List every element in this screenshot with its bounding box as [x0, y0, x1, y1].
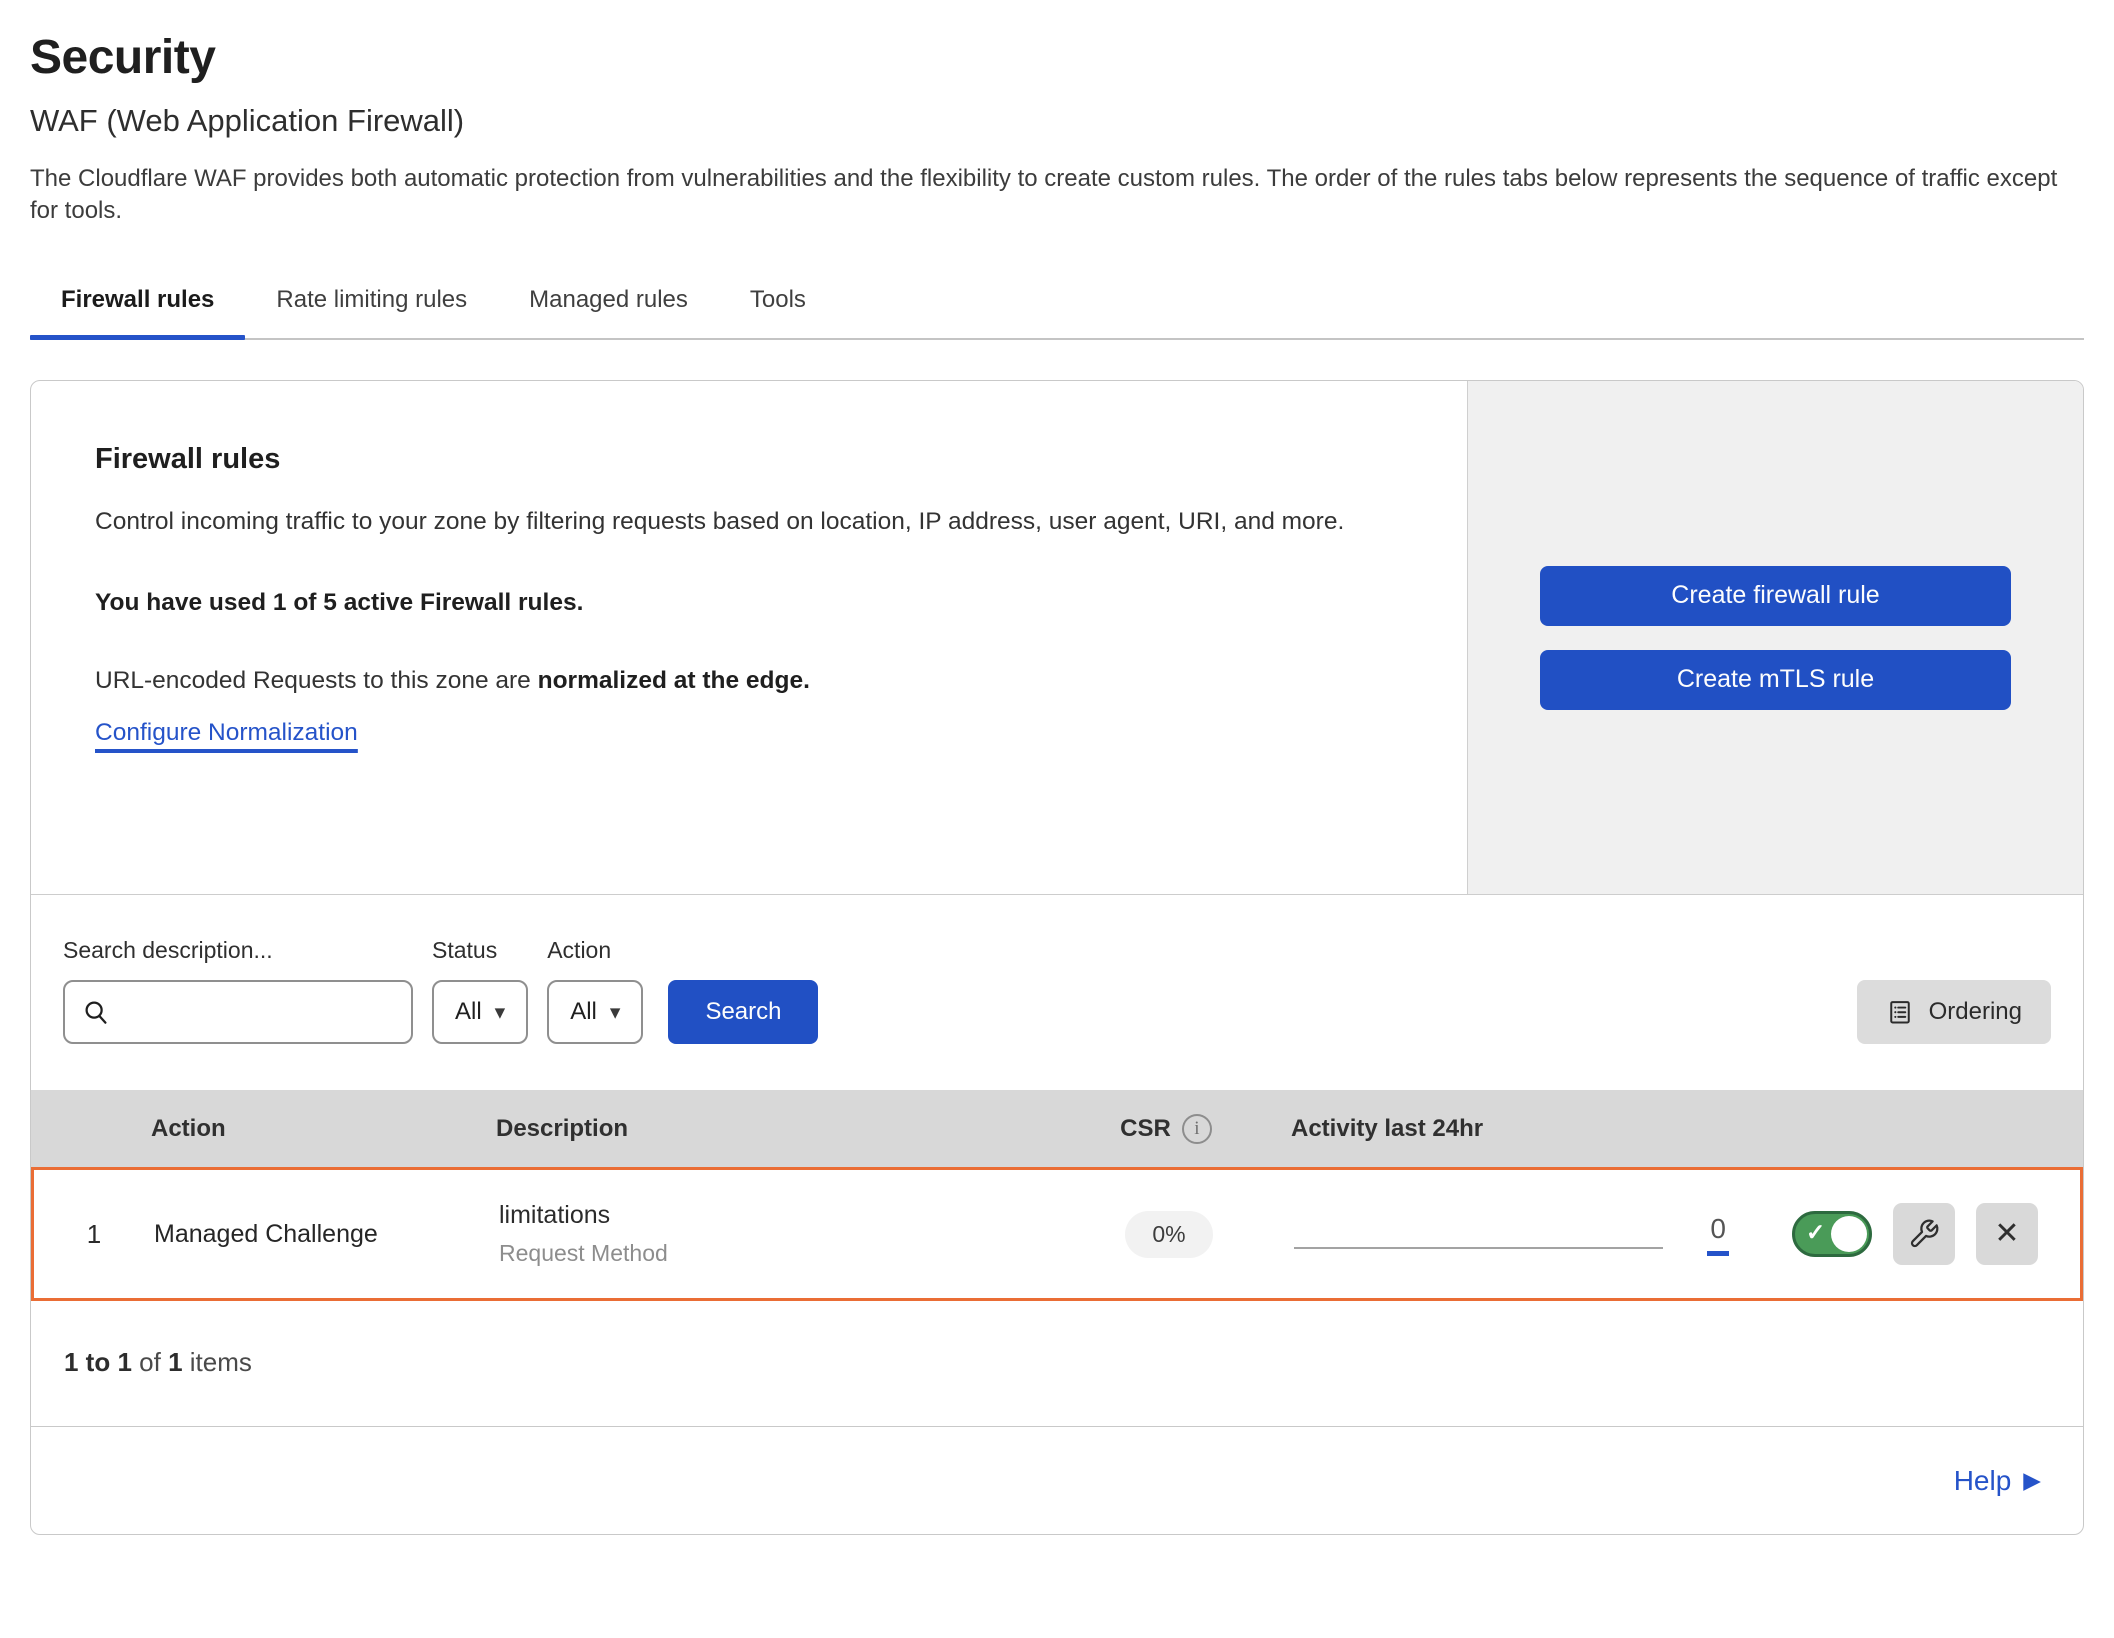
tab-rate-limiting-rules[interactable]: Rate limiting rules — [245, 272, 498, 338]
status-label: Status — [432, 937, 528, 964]
activity-count-link[interactable]: 0 — [1707, 1213, 1729, 1256]
rule-controls: ✓ ✕ — [1739, 1203, 2080, 1265]
firewall-rules-card: Firewall rules Control incoming traffic … — [30, 380, 2084, 1535]
usage-text: You have used 1 of 5 active Firewall rul… — [95, 589, 1403, 617]
ordering-button-label: Ordering — [1929, 998, 2022, 1026]
help-row: Help ▶ — [31, 1426, 2083, 1534]
actions-side-panel: Create firewall rule Create mTLS rule — [1467, 381, 2083, 894]
action-select[interactable]: All ▾ — [547, 980, 643, 1044]
firewall-rules-info: Firewall rules Control incoming traffic … — [31, 381, 1467, 894]
help-arrow-icon: ▶ — [2023, 1467, 2041, 1494]
search-description-label: Search description... — [63, 937, 413, 964]
search-box — [63, 980, 413, 1044]
rule-description: limitations — [499, 1201, 1044, 1230]
action-label: Action — [547, 937, 643, 964]
table-header: Action Description CSR i Activity last 2… — [31, 1090, 2083, 1167]
rule-enabled-toggle[interactable]: ✓ — [1792, 1211, 1872, 1257]
check-icon: ✓ — [1806, 1219, 1825, 1246]
rule-action: Managed Challenge — [154, 1220, 499, 1249]
panel-description: Control incoming traffic to your zone by… — [95, 504, 1395, 541]
delete-rule-button[interactable]: ✕ — [1976, 1203, 2038, 1265]
items-of: of — [132, 1347, 168, 1377]
help-label: Help — [1954, 1465, 2012, 1497]
header-description: Description — [496, 1115, 1041, 1143]
activity-sparkline — [1294, 1247, 1663, 1249]
toggle-knob — [1831, 1216, 1867, 1252]
page-description: The Cloudflare WAF provides both automat… — [30, 163, 2080, 226]
status-select-value: All — [455, 998, 482, 1026]
header-action: Action — [151, 1115, 496, 1143]
items-range: 1 to 1 — [64, 1347, 132, 1377]
edit-rule-button[interactable] — [1893, 1203, 1955, 1265]
tab-managed-rules[interactable]: Managed rules — [498, 272, 719, 338]
tab-tools[interactable]: Tools — [719, 272, 837, 338]
filter-fields: Search description... Status — [63, 937, 818, 1044]
rule-description-cell: limitations Request Method — [499, 1201, 1044, 1267]
rule-activity-cell: 0 — [1294, 1213, 1739, 1256]
create-firewall-rule-button[interactable]: Create firewall rule — [1540, 566, 2011, 626]
header-csr: CSR i — [1041, 1114, 1291, 1144]
rule-csr-cell: 0% — [1044, 1211, 1294, 1258]
table-row: 1 Managed Challenge limitations Request … — [31, 1167, 2083, 1301]
filter-bar: Search description... Status — [31, 895, 2083, 1090]
normalization-text: URL-encoded Requests to this zone are no… — [95, 667, 1403, 695]
ordering-list-icon — [1886, 998, 1914, 1026]
page-title: Security — [30, 30, 2084, 85]
rule-expression-summary: Request Method — [499, 1240, 1044, 1267]
ordering-button[interactable]: Ordering — [1857, 980, 2051, 1044]
search-field: Search description... — [63, 937, 413, 1044]
page-subtitle: WAF (Web Application Firewall) — [30, 103, 2084, 139]
security-waf-page: Security WAF (Web Application Firewall) … — [0, 0, 2114, 1535]
items-total: 1 — [168, 1347, 182, 1377]
csr-badge: 0% — [1125, 1211, 1212, 1258]
status-select[interactable]: All ▾ — [432, 980, 528, 1044]
header-activity: Activity last 24hr — [1291, 1115, 1736, 1143]
csr-info-icon[interactable]: i — [1182, 1114, 1212, 1144]
rule-priority: 1 — [34, 1219, 154, 1250]
close-icon: ✕ — [1994, 1219, 2019, 1249]
firewall-rules-overview: Firewall rules Control incoming traffic … — [31, 381, 2083, 895]
wrench-icon — [1908, 1218, 1940, 1250]
panel-heading: Firewall rules — [95, 443, 1403, 476]
items-count: 1 to 1 of 1 items — [31, 1301, 2083, 1426]
waf-tabs: Firewall rules Rate limiting rules Manag… — [30, 272, 2084, 340]
action-select-value: All — [570, 998, 597, 1026]
help-link[interactable]: Help ▶ — [1954, 1465, 2041, 1497]
create-mtls-rule-button[interactable]: Create mTLS rule — [1540, 650, 2011, 710]
chevron-down-icon: ▾ — [495, 1002, 506, 1023]
search-input[interactable] — [121, 999, 395, 1026]
chevron-down-icon: ▾ — [610, 1002, 621, 1023]
search-icon — [81, 997, 111, 1027]
action-field: Action All ▾ — [547, 937, 643, 1044]
items-word: items — [183, 1347, 252, 1377]
normalization-bold: normalized at the edge. — [538, 667, 810, 694]
configure-normalization-link[interactable]: Configure Normalization — [95, 719, 358, 747]
normalization-prefix: URL-encoded Requests to this zone are — [95, 667, 538, 694]
tab-firewall-rules[interactable]: Firewall rules — [30, 272, 245, 338]
search-button[interactable]: Search — [668, 980, 818, 1044]
header-csr-label: CSR — [1120, 1115, 1171, 1143]
status-field: Status All ▾ — [432, 937, 528, 1044]
